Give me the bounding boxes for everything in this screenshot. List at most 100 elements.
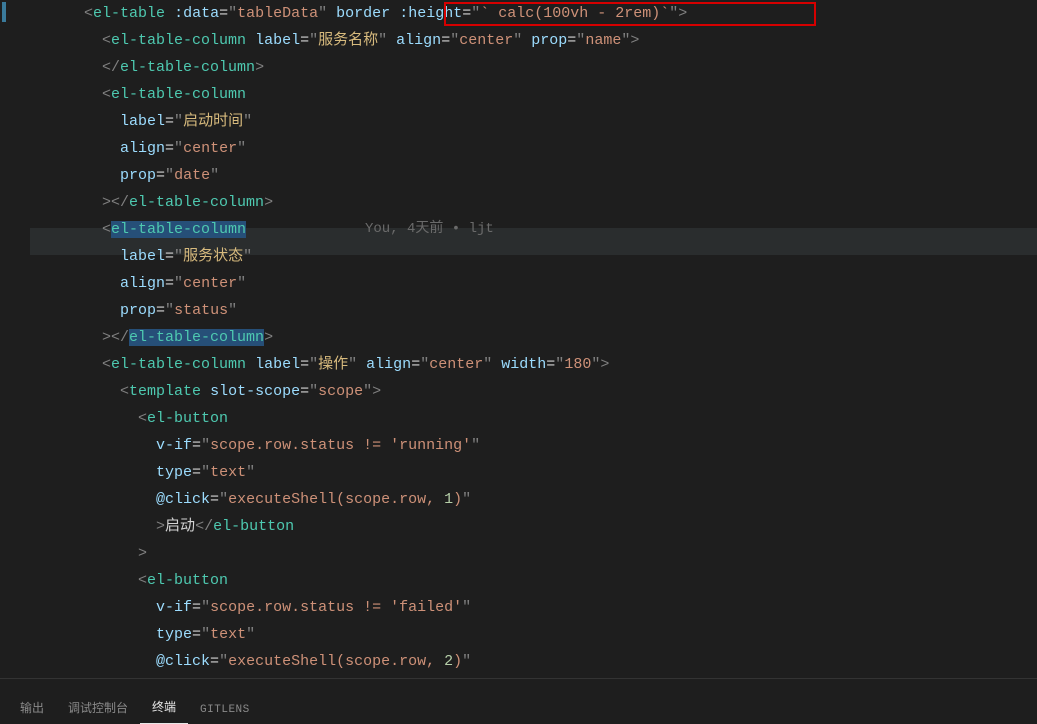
token-p: < [138, 572, 147, 589]
token-p: " [420, 356, 429, 373]
token-str: center [183, 140, 237, 157]
token-cn: 服务名称 [318, 32, 378, 49]
token-tag: el-button [147, 572, 228, 589]
token-p: " [309, 356, 318, 373]
token-str: tableData [237, 5, 318, 22]
token-tag: el-button [213, 518, 294, 535]
token-op: = [300, 383, 309, 400]
code-line[interactable]: align="center" [30, 270, 1037, 297]
token-str: 180 [564, 356, 591, 373]
token-op: = [441, 32, 450, 49]
code-line[interactable]: <el-table-columnYou, 4天前 • ljt [30, 216, 1037, 243]
token-str: executeShell(scope.row, [228, 653, 444, 670]
code-line[interactable]: <el-button [30, 405, 1037, 432]
token-p: " [165, 302, 174, 319]
token-p: " [513, 32, 522, 49]
token-txt [165, 5, 174, 22]
token-attr: type [156, 626, 192, 643]
token-attr: type [156, 464, 192, 481]
token-p: > [255, 59, 264, 76]
code-line[interactable]: type="text" [30, 459, 1037, 486]
tab-output[interactable]: 输出 [8, 689, 56, 724]
token-p: " [219, 491, 228, 508]
token-txt [327, 5, 336, 22]
editor-gutter [0, 0, 30, 678]
code-line[interactable]: @click="executeShell(scope.row, 1)" [30, 486, 1037, 513]
code-line[interactable]: <el-button [30, 567, 1037, 594]
code-line[interactable]: prop="date" [30, 162, 1037, 189]
token-p: " [228, 5, 237, 22]
token-p: " [174, 275, 183, 292]
token-str: ` calc(100vh - 2rem)` [480, 5, 669, 22]
code-line[interactable]: >启动</el-button [30, 513, 1037, 540]
code-line[interactable]: @click="executeShell(scope.row, 2)" [30, 648, 1037, 675]
token-cn: 服务状态 [183, 248, 243, 265]
token-p: > [678, 5, 687, 22]
token-p: " [462, 491, 471, 508]
token-op: = [165, 113, 174, 130]
code-line[interactable]: label="服务状态" [30, 243, 1037, 270]
token-p: </ [102, 59, 120, 76]
code-line[interactable]: align="center" [30, 135, 1037, 162]
code-line[interactable]: > [30, 540, 1037, 567]
code-line[interactable]: </el-table-column> [30, 54, 1037, 81]
token-p: > [264, 329, 273, 346]
token-p: " [201, 437, 210, 454]
tab-debug-console[interactable]: 调试控制台 [56, 689, 140, 724]
token-p: " [174, 140, 183, 157]
token-str: date [174, 167, 210, 184]
code-line[interactable]: v-if="scope.row.status != 'running'" [30, 432, 1037, 459]
token-p: " [174, 248, 183, 265]
token-attr: label [120, 248, 165, 265]
token-p: > [372, 383, 381, 400]
code-line[interactable]: ></el-table-column> [30, 189, 1037, 216]
tab-terminal[interactable]: 终端 [140, 688, 188, 724]
code-line[interactable]: ></el-table-column> [30, 324, 1037, 351]
token-tag: el-table-column [129, 194, 264, 211]
token-str: scope.row.status != 'running' [210, 437, 471, 454]
code-line[interactable]: label="启动时间" [30, 108, 1037, 135]
token-txt [357, 356, 366, 373]
token-p: " [318, 5, 327, 22]
gitlens-blame-annotation: You, 4天前 • ljt [365, 216, 494, 243]
token-attr: :data [174, 5, 219, 22]
code-line[interactable]: <el-table-column label="操作" align="cente… [30, 351, 1037, 378]
bottom-panel-tabs: 输出 调试控制台 终端 GITLENS [0, 678, 1037, 724]
token-p: < [102, 32, 111, 49]
token-op: = [546, 356, 555, 373]
token-attr: prop [531, 32, 567, 49]
token-p: > [138, 545, 147, 562]
code-line[interactable]: prop="status" [30, 297, 1037, 324]
token-p: < [84, 5, 93, 22]
token-tag: el-table-column [111, 356, 246, 373]
code-line[interactable]: <template slot-scope="scope"> [30, 378, 1037, 405]
code-line[interactable]: <el-table :data="tableData" border :heig… [30, 0, 1037, 27]
code-line[interactable]: v-if="scope.row.status != 'failed'" [30, 594, 1037, 621]
token-str: center [183, 275, 237, 292]
token-txt [522, 32, 531, 49]
token-p: " [219, 653, 228, 670]
token-p: " [243, 113, 252, 130]
code-editor[interactable]: <el-table :data="tableData" border :heig… [30, 0, 1037, 678]
tab-gitlens[interactable]: GITLENS [188, 694, 262, 724]
token-p: </ [195, 518, 213, 535]
token-p: ></ [102, 194, 129, 211]
token-p: > [156, 518, 165, 535]
token-p: " [348, 356, 357, 373]
token-txt: 启动 [165, 518, 195, 535]
token-op: = [192, 599, 201, 616]
token-attr: width [501, 356, 546, 373]
code-line[interactable]: <el-table-column label="服务名称" align="cen… [30, 27, 1037, 54]
token-op: = [300, 32, 309, 49]
code-line[interactable]: type="text" [30, 621, 1037, 648]
token-p: " [228, 302, 237, 319]
code-line[interactable]: <el-table-column [30, 81, 1037, 108]
token-p: " [363, 383, 372, 400]
token-tag: template [129, 383, 201, 400]
token-p: " [669, 5, 678, 22]
token-txt [201, 383, 210, 400]
token-p: " [462, 653, 471, 670]
token-attr: @click [156, 491, 210, 508]
token-p: " [462, 599, 471, 616]
token-op: = [192, 464, 201, 481]
